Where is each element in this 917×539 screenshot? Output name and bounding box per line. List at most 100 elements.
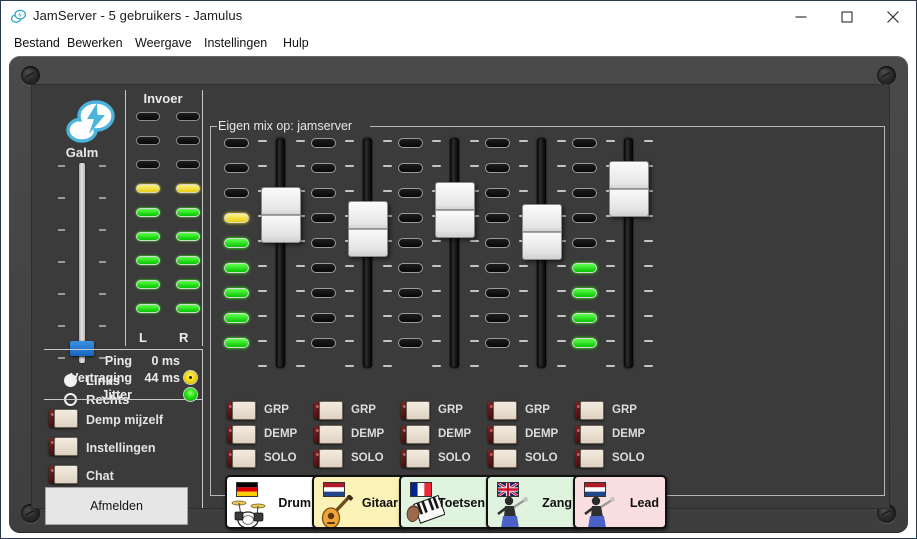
fader-handle[interactable] [522,204,562,260]
mute-myself-checkbox[interactable] [49,409,78,428]
reverb-slider-groove [79,163,85,363]
fader-tick [345,315,354,317]
fader-tick [606,140,615,142]
close-button[interactable] [870,1,916,32]
menu-item-hulp[interactable]: Hulp [278,35,314,51]
ping-value: 0 ms [151,354,181,368]
group-checkbox-label: GRP [264,404,289,416]
input-meter-left-label: L [139,330,147,345]
channel-meter-led [572,288,597,298]
channel-meter-led [224,263,249,273]
input-led-right [176,208,200,217]
group-checkbox[interactable] [314,401,343,420]
fader-tick [557,315,566,317]
fader-tick [296,140,305,142]
fader-handle[interactable] [435,182,475,238]
maximize-button[interactable] [824,1,870,32]
solo-checkbox[interactable] [227,449,256,468]
fader-tick [470,315,479,317]
mute-checkbox[interactable] [227,425,256,444]
jitter-label: Jitter [101,388,132,402]
channel-fader[interactable] [430,138,482,368]
rack-frame: Galm Links Rechts Invoer L R Ping 0 ms V… [9,56,908,533]
fader-tick [606,340,615,342]
group-checkbox[interactable] [227,401,256,420]
channel-meter-led [311,288,336,298]
menu-item-weergave[interactable]: Weergave [130,35,197,51]
menu-bar: Bestand Bewerken Weergave Instellingen Hulp [1,32,916,54]
mute-checkbox[interactable] [575,425,604,444]
divider [125,90,126,346]
fader-tick [519,340,528,342]
mute-myself-label: Demp mijzelf [86,413,164,427]
fader-tick [606,265,615,267]
fader-handle[interactable] [261,187,301,243]
mute-checkbox-label: DEMP [438,428,472,440]
channel-meter-led [485,263,510,273]
menu-item-bestand[interactable]: Bestand [9,35,65,51]
mute-checkbox[interactable] [401,425,430,444]
input-led-right [176,112,200,121]
jamulus-window: JamServer - 5 gebruikers - Jamulus Besta… [0,0,917,539]
fader-tick [296,165,305,167]
channel-meter-led [398,163,423,173]
group-checkbox[interactable] [401,401,430,420]
input-led-left [136,256,160,265]
fader-tick [644,265,653,267]
channel-fader[interactable] [343,138,395,368]
chat-checkbox[interactable] [49,465,78,484]
solo-checkbox[interactable] [488,449,517,468]
channel-fader[interactable] [604,138,656,368]
mute-checkbox[interactable] [314,425,343,444]
channel-meter-led [311,213,336,223]
fader-tick [644,290,653,292]
fader-tick [606,240,615,242]
fader-tick [345,365,354,367]
fader-tick [345,290,354,292]
reverb-tick [99,293,106,295]
channel-meter-led [572,163,597,173]
minimize-button[interactable] [778,1,824,32]
solo-checkbox[interactable] [401,449,430,468]
chat-label: Chat [86,469,114,483]
input-led-left [136,208,160,217]
group-checkbox[interactable] [488,401,517,420]
input-meter-label: Invoer [143,91,183,106]
checkbox-body-icon [54,437,78,456]
channel-meter-led [398,263,423,273]
fader-tick [519,140,528,142]
input-led-left [136,112,160,121]
channel-meter-led [485,163,510,173]
fader-tick [383,190,392,192]
group-checkbox[interactable] [575,401,604,420]
group-checkbox-label: GRP [438,404,463,416]
fader-tick [296,315,305,317]
settings-checkbox[interactable] [49,437,78,456]
fader-tick [519,315,528,317]
menu-item-bewerken[interactable]: Bewerken [62,35,128,51]
mute-checkbox[interactable] [488,425,517,444]
solo-checkbox[interactable] [575,449,604,468]
fader-tick [644,340,653,342]
checkbox-body-icon [493,401,517,420]
fader-tick [296,365,305,367]
channel-meter-led [311,313,336,323]
reverb-slider[interactable] [70,163,94,363]
channel-nameplate[interactable]: Lead [573,475,667,529]
fader-tick [432,240,441,242]
fader-tick [470,165,479,167]
disconnect-button[interactable]: Afmelden [45,487,188,525]
fader-tick [470,340,479,342]
menu-item-instellingen[interactable]: Instellingen [199,35,272,51]
fader-handle[interactable] [609,161,649,217]
channel-meter-led [485,313,510,323]
channel-meter-led [311,163,336,173]
fader-handle[interactable] [348,201,388,257]
channel-fader[interactable] [256,138,308,368]
input-led-right [176,184,200,193]
reverb-tick [58,261,65,263]
main-panel: Galm Links Rechts Invoer L R Ping 0 ms V… [31,84,890,529]
channel-meter-led [572,138,597,148]
solo-checkbox[interactable] [314,449,343,468]
channel-fader[interactable] [517,138,569,368]
